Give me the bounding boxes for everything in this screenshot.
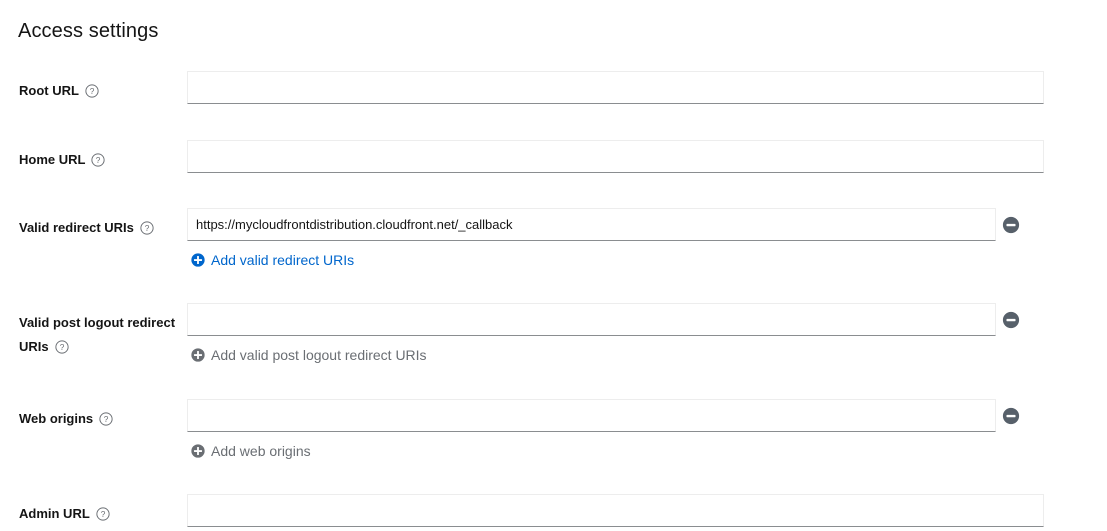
svg-text:?: ? bbox=[104, 414, 109, 424]
svg-text:?: ? bbox=[96, 155, 101, 165]
control-cell-home-url bbox=[187, 131, 1107, 173]
input-home-url[interactable] bbox=[187, 140, 1044, 173]
plus-circle-icon bbox=[191, 348, 205, 362]
label-cell-valid-post-logout-redirect-uris: Valid post logout redirect URIs? bbox=[0, 294, 187, 359]
row-spacer bbox=[0, 463, 1107, 485]
question-circle-icon[interactable]: ? bbox=[99, 412, 113, 426]
question-circle-icon[interactable]: ? bbox=[55, 340, 69, 354]
label-cell-valid-redirect-uris: Valid redirect URIs? bbox=[0, 199, 187, 240]
add-link-valid-post-logout-redirect-uris: Add valid post logout redirect URIs bbox=[191, 345, 427, 365]
label-cell-root-url: Root URL? bbox=[0, 62, 187, 103]
svg-text:?: ? bbox=[145, 223, 150, 233]
input-line-admin-url bbox=[187, 494, 1107, 527]
question-circle-icon[interactable]: ? bbox=[140, 221, 154, 235]
form-row-admin-url: Admin URL? bbox=[0, 485, 1107, 527]
add-link-label-valid-redirect-uris: Add valid redirect URIs bbox=[211, 252, 355, 268]
add-link-valid-redirect-uris[interactable]: Add valid redirect URIs bbox=[191, 250, 354, 270]
remove-button-valid-redirect-uris[interactable] bbox=[1002, 216, 1020, 234]
svg-text:?: ? bbox=[90, 86, 95, 96]
access-settings-form: Root URL?Home URL?Valid redirect URIs?Ad… bbox=[0, 62, 1107, 527]
control-cell-valid-post-logout-redirect-uris: Add valid post logout redirect URIs bbox=[187, 294, 1107, 367]
plus-circle-icon bbox=[191, 444, 205, 458]
input-web-origins[interactable] bbox=[187, 399, 996, 432]
input-valid-redirect-uris[interactable] bbox=[187, 208, 996, 241]
add-link-label-valid-post-logout-redirect-uris: Add valid post logout redirect URIs bbox=[211, 347, 427, 363]
form-row-valid-post-logout-redirect-uris: Valid post logout redirect URIs? Add vali… bbox=[0, 294, 1107, 367]
row-spacer bbox=[0, 272, 1107, 294]
form-row-valid-redirect-uris: Valid redirect URIs? Add valid redirect U… bbox=[0, 199, 1107, 272]
form-row-home-url: Home URL? bbox=[0, 131, 1107, 173]
input-line-web-origins bbox=[187, 399, 1107, 432]
field-label-admin-url: Admin URL bbox=[19, 506, 90, 521]
input-line-valid-redirect-uris bbox=[187, 208, 1107, 241]
svg-text:?: ? bbox=[100, 509, 105, 519]
field-label-valid-post-logout-redirect-uris: Valid post logout redirect URIs bbox=[19, 315, 176, 354]
control-cell-valid-redirect-uris: Add valid redirect URIs bbox=[187, 199, 1107, 272]
question-circle-icon[interactable]: ? bbox=[96, 507, 110, 521]
row-spacer bbox=[0, 367, 1107, 390]
input-line-valid-post-logout-redirect-uris bbox=[187, 303, 1107, 336]
input-line-root-url bbox=[187, 71, 1107, 104]
input-admin-url[interactable] bbox=[187, 494, 1044, 527]
question-circle-icon[interactable]: ? bbox=[85, 84, 99, 98]
input-valid-post-logout-redirect-uris[interactable] bbox=[187, 303, 996, 336]
add-link-web-origins: Add web origins bbox=[191, 441, 311, 461]
svg-text:?: ? bbox=[59, 342, 64, 352]
label-cell-admin-url: Admin URL? bbox=[0, 485, 187, 526]
question-circle-icon[interactable]: ? bbox=[91, 153, 106, 167]
row-spacer bbox=[0, 104, 1107, 131]
input-root-url[interactable] bbox=[187, 71, 1044, 104]
label-cell-web-origins: Web origins? bbox=[0, 390, 187, 431]
label-cell-home-url: Home URL? bbox=[0, 131, 187, 172]
field-label-root-url: Root URL bbox=[19, 83, 79, 98]
access-settings-page: Access settings Root URL? Home URL? Valid … bbox=[0, 0, 1107, 531]
field-label-valid-redirect-uris: Valid redirect URIs bbox=[19, 220, 134, 235]
control-cell-root-url bbox=[187, 62, 1107, 104]
remove-button-valid-post-logout-redirect-uris[interactable] bbox=[1002, 311, 1020, 329]
control-cell-web-origins: Add web origins bbox=[187, 390, 1107, 463]
field-label-home-url: Home URL bbox=[19, 152, 86, 167]
form-row-root-url: Root URL? bbox=[0, 62, 1107, 104]
page-title: Access settings bbox=[18, 20, 159, 42]
add-link-label-web-origins: Add web origins bbox=[211, 443, 311, 459]
input-line-home-url bbox=[187, 140, 1107, 173]
row-spacer bbox=[0, 173, 1107, 199]
form-row-web-origins: Web origins? Add web origins bbox=[0, 390, 1107, 463]
field-label-web-origins: Web origins bbox=[19, 411, 94, 426]
remove-button-web-origins[interactable] bbox=[1002, 407, 1020, 425]
plus-circle-icon bbox=[191, 253, 205, 267]
control-cell-admin-url bbox=[187, 485, 1107, 527]
